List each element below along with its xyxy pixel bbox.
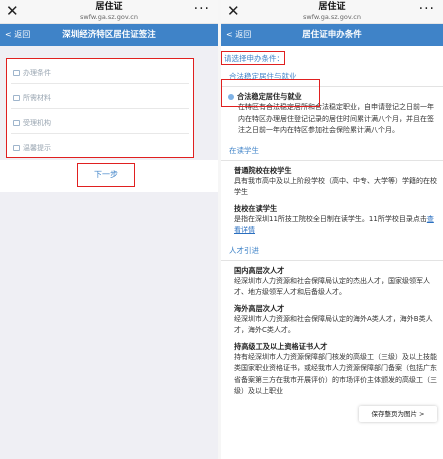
option-title: 普通院校在校学生	[234, 165, 292, 175]
field-conditions[interactable]: 办理条件	[11, 62, 189, 84]
condition-option[interactable]: 普通院校在校学生 具有我市高中及以上阶段学校（高中、中专、大学等）学籍的在校学生	[221, 165, 443, 199]
close-icon[interactable]: ✕	[6, 2, 19, 20]
close-icon[interactable]: ✕	[227, 2, 240, 20]
option-desc: 具有我市高中及以上阶段学校（高中、中专、大学等）学籍的在校学生	[234, 176, 437, 197]
select-hint: 请选择申办条件：	[221, 51, 285, 65]
option-desc: 经深圳市人力资源和社会保障局认定的海外A类人才，海外B类人才，海外C类人才。	[234, 314, 433, 335]
app-title: 居住证	[95, 2, 123, 12]
more-icon[interactable]: ···	[194, 1, 210, 17]
option-desc-text: 是指在深圳11所技工院校全日制在读学生。11所学校目录点击	[234, 214, 427, 223]
document-icon	[13, 95, 20, 101]
field-tips[interactable]: 温馨提示	[11, 137, 189, 159]
option-desc: 是指在深圳11所技工院校全日制在读学生。11所学校目录点击查看详情	[234, 214, 437, 237]
app-title: 居住证	[318, 2, 346, 12]
title-bar: ✕ 居住证 swfw.ga.sz.gov.cn ···	[0, 0, 218, 24]
option-title: 国内高层次人才	[234, 265, 285, 275]
option-title: 技校在读学生	[234, 203, 278, 213]
back-button[interactable]: < 返回	[5, 24, 30, 46]
option-desc: 在特区有合法稳定居所和合法稳定职业，自申请登记之日前一年内在特区办理居住登记记录…	[238, 103, 434, 134]
back-label: 返回	[14, 30, 31, 39]
condition-option[interactable]: 国内高层次人才 经深圳市人力资源和社会保障局认定的杰出人才，国家级领军人才、地方…	[221, 265, 443, 299]
field-agency[interactable]: 受理机构	[11, 112, 189, 134]
option-desc: 经深圳市人力资源和社会保障局认定的杰出人才，国家级领军人才、地方级领军人才和后备…	[234, 276, 430, 297]
field-materials[interactable]: 所需材料	[11, 87, 189, 109]
page-title: 深圳经济特区居住证签注	[62, 30, 156, 40]
section-heading: 人才引进	[229, 245, 259, 255]
condition-option[interactable]: 技校在读学生 是指在深圳11所技工院校全日制在读学生。11所学校目录点击查看详情	[221, 203, 443, 237]
title-bar: ✕ 居住证 swfw.ga.sz.gov.cn ···	[221, 0, 443, 24]
page-title: 居住证申办条件	[302, 30, 362, 40]
next-button[interactable]: 下一步	[77, 163, 135, 187]
section-heading: 在读学生	[229, 145, 259, 155]
option-title: 持高级工及以上资格证书人才	[234, 341, 328, 351]
highlight-box	[221, 79, 320, 107]
field-label: 所需材料	[23, 94, 51, 102]
option-list: 办理条件 所需材料 受理机构 温馨提示	[6, 58, 194, 158]
app-url: swfw.ga.sz.gov.cn	[303, 13, 361, 21]
divider	[221, 159, 443, 161]
right-screen: ✕ 居住证 swfw.ga.sz.gov.cn ··· < 返回 居住证申办条件…	[221, 0, 443, 459]
more-icon[interactable]: ···	[419, 1, 435, 17]
divider	[221, 259, 443, 261]
back-button[interactable]: < 返回	[226, 24, 251, 46]
document-icon	[13, 70, 20, 76]
document-icon	[13, 145, 20, 151]
option-desc: 持有经深圳市人力资源保障部门核发的高级工（三级）及以上技能类国家职业资格证书，或…	[234, 352, 437, 396]
condition-option[interactable]: 持高级工及以上资格证书人才 持有经深圳市人力资源保障部门核发的高级工（三级）及以…	[221, 341, 443, 398]
option-title: 海外高层次人才	[234, 303, 285, 313]
nav-bar: < 返回 深圳经济特区居住证签注	[0, 24, 218, 46]
document-icon	[13, 120, 20, 126]
app-url: swfw.ga.sz.gov.cn	[80, 13, 138, 21]
field-label: 办理条件	[23, 69, 51, 77]
field-label: 受理机构	[23, 119, 51, 127]
nav-bar: < 返回 居住证申办条件	[221, 24, 443, 46]
back-label: 返回	[235, 30, 252, 39]
condition-option[interactable]: 海外高层次人才 经深圳市人力资源和社会保障局认定的海外A类人才，海外B类人才，海…	[221, 303, 443, 337]
save-page-as-image-button[interactable]: 保存整页为图片 >	[359, 406, 437, 422]
left-screen: ✕ 居住证 swfw.ga.sz.gov.cn ··· < 返回 深圳经济特区居…	[0, 0, 218, 459]
field-label: 温馨提示	[23, 144, 51, 152]
